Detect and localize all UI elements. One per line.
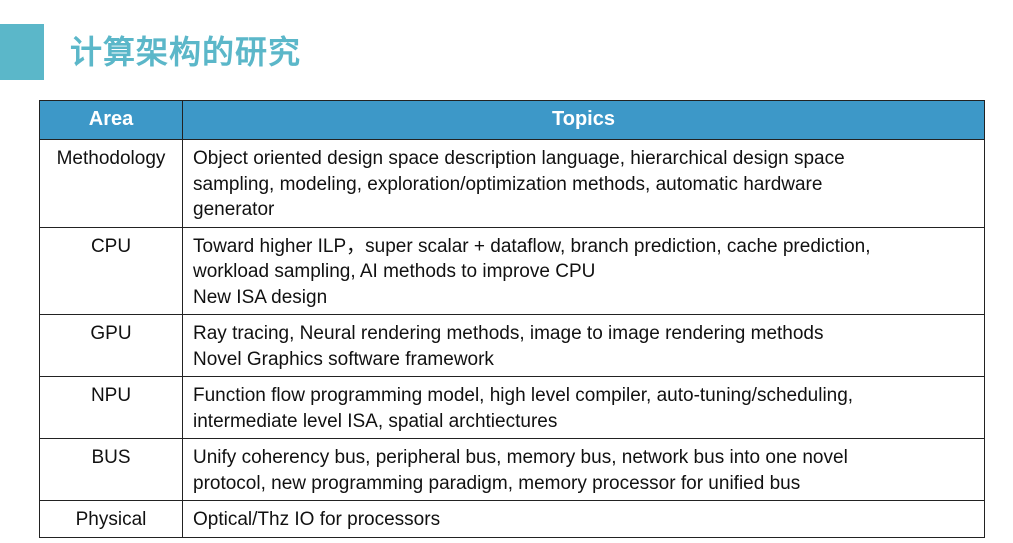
topics-cell: Toward higher ILP，super scalar + dataflo… xyxy=(182,226,985,315)
topic-line: Object oriented design space description… xyxy=(193,148,845,169)
area-cell: CPU xyxy=(39,226,183,315)
table-row: BUS Unify coherency bus, peripheral bus,… xyxy=(39,438,985,501)
area-cell: Physical xyxy=(39,500,183,538)
header-topics: Topics xyxy=(182,100,985,140)
table-header-row: Area Topics xyxy=(39,100,985,140)
topics-cell: Object oriented design space description… xyxy=(182,139,985,228)
topic-line: generator xyxy=(193,199,275,220)
topic-line: Toward higher ILP，super scalar + dataflo… xyxy=(193,235,871,257)
topic-line: Novel Graphics software framework xyxy=(193,348,494,370)
area-cell: Methodology xyxy=(39,139,183,228)
topic-line: Unify coherency bus, peripheral bus, mem… xyxy=(193,447,848,468)
table-row: Physical Optical/Thz IO for processors xyxy=(39,500,985,538)
topic-line: Ray tracing, Neural rendering methods, i… xyxy=(193,323,824,344)
topic-line: intermediate level ISA, spatial archtiec… xyxy=(193,410,558,432)
topic-line: Optical/Thz IO for processors xyxy=(193,509,441,530)
header-area: Area xyxy=(39,100,183,140)
title-accent-block xyxy=(0,24,44,80)
topics-cell: Function flow programming model, high le… xyxy=(182,376,985,439)
area-cell: BUS xyxy=(39,438,183,501)
topic-line: Function flow programming model, high le… xyxy=(193,385,854,406)
topic-line: New ISA design xyxy=(193,286,328,308)
table-row: GPU Ray tracing, Neural rendering method… xyxy=(39,314,985,377)
topic-line: protocol, new programming paradigm, memo… xyxy=(193,472,801,494)
table-row: CPU Toward higher ILP，super scalar + dat… xyxy=(39,226,985,315)
research-topics-table: Area Topics Methodology Object oriented … xyxy=(39,100,985,538)
topics-cell: Ray tracing, Neural rendering methods, i… xyxy=(182,314,985,377)
table-row: NPU Function flow programming model, hig… xyxy=(39,376,985,439)
topics-cell: Optical/Thz IO for processors xyxy=(182,500,985,538)
topics-cell: Unify coherency bus, peripheral bus, mem… xyxy=(182,438,985,501)
topic-line: sampling, modeling, exploration/optimiza… xyxy=(193,173,823,195)
area-cell: NPU xyxy=(39,376,183,439)
area-cell: GPU xyxy=(39,314,183,377)
table-row: Methodology Object oriented design space… xyxy=(39,139,985,228)
topic-line: workload sampling, AI methods to improve… xyxy=(193,261,596,282)
slide-title: 计算架构的研究 xyxy=(70,33,302,71)
